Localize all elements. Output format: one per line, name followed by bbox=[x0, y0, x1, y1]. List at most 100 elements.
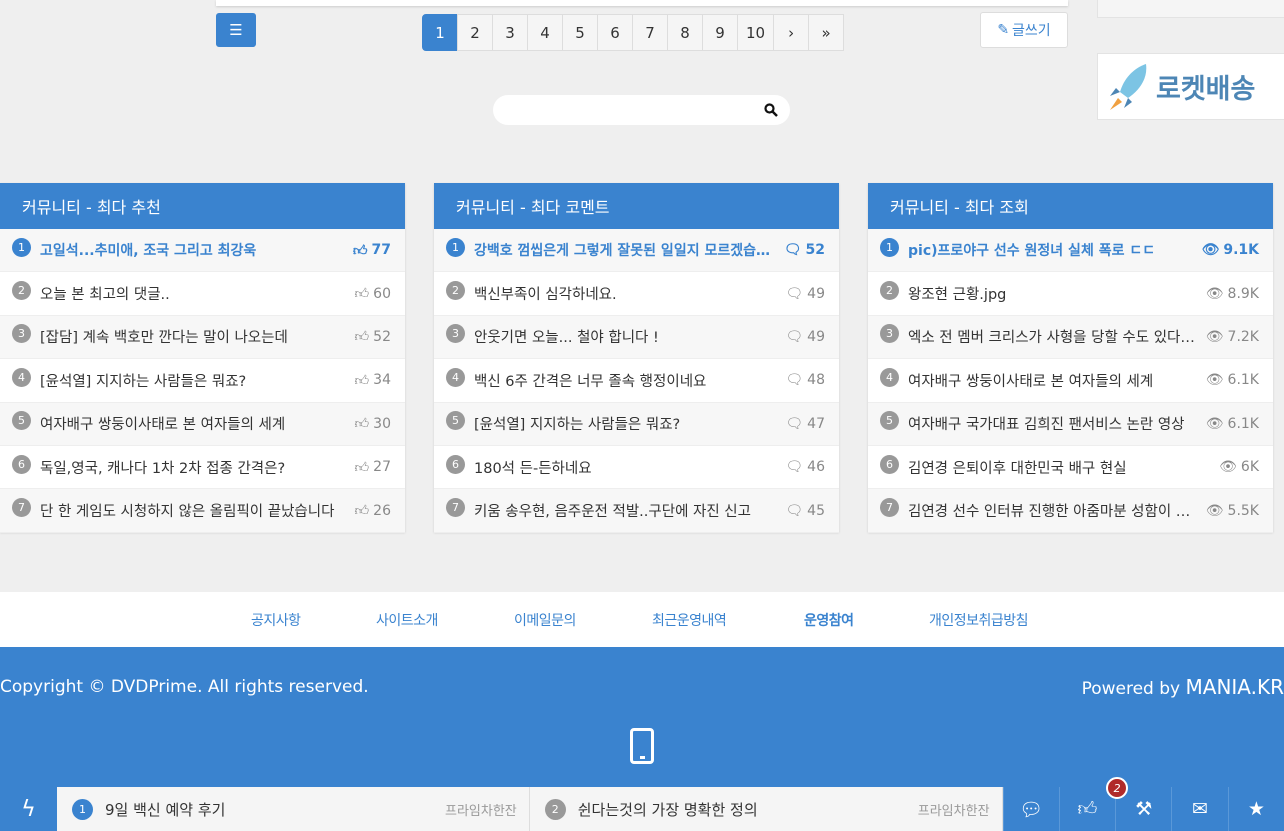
search-icon[interactable] bbox=[764, 103, 778, 117]
content-card-bottom bbox=[216, 0, 1068, 6]
footer-link-email[interactable]: 이메일문의 bbox=[514, 610, 576, 630]
list-item[interactable]: 7 키움 송우현, 음주운전 적발..구단에 자진 신고 🗨︎ 45 bbox=[434, 489, 839, 533]
item-title[interactable]: 180석 든-든하네요 bbox=[474, 457, 775, 478]
list-item[interactable]: 6 180석 든-든하네요 🗨︎ 46 bbox=[434, 446, 839, 490]
comment-icon: 🗨︎ bbox=[783, 242, 802, 259]
list-item[interactable]: 7 단 한 게임도 시청하지 않은 올림픽이 끝났습니다 👍︎ 26 bbox=[0, 489, 405, 533]
list-item[interactable]: 6 독일,영국, 캐나다 1차 2차 접종 간격은? 👍︎ 27 bbox=[0, 446, 405, 490]
search-box[interactable] bbox=[493, 95, 790, 125]
page-10[interactable]: 10 bbox=[737, 14, 775, 51]
mobile-view-icon[interactable] bbox=[630, 728, 654, 764]
page-1[interactable]: 1 bbox=[422, 14, 458, 51]
list-item[interactable]: 4 여자배구 쌍둥이사태로 본 여자들의 세계 👁︎ 6.1K bbox=[868, 359, 1273, 403]
rocket-delivery-ad[interactable]: 로켓배송 bbox=[1097, 53, 1284, 120]
list-item[interactable]: 7 김연경 선수 인터뷰 진행한 아줌마분 성함이 뭔가요 👁︎ 5.5K bbox=[868, 489, 1273, 533]
footer-link-notice[interactable]: 공지사항 bbox=[251, 610, 301, 630]
item-count: 49 bbox=[807, 328, 825, 345]
list-item[interactable]: 4 [윤석열] 지지하는 사람들은 뭐죠? 👍︎ 34 bbox=[0, 359, 405, 403]
footer: Copyright © DVDPrime. All rights reserve… bbox=[0, 647, 1284, 787]
item-title[interactable]: 여자배구 쌍둥이사태로 본 여자들의 세계 bbox=[908, 370, 1196, 391]
list-item[interactable]: 3 안웃기면 오늘... 철야 합니다 ! 🗨︎ 49 bbox=[434, 315, 839, 360]
item-title[interactable]: 오늘 본 최고의 댓글.. bbox=[40, 283, 345, 304]
page-6[interactable]: 6 bbox=[597, 14, 633, 51]
item-title[interactable]: [잡담] 계속 백호만 깐다는 말이 나오는데 bbox=[40, 326, 345, 347]
pencil-icon: ✎ bbox=[997, 22, 1010, 38]
chat-icon[interactable]: 💬︎ bbox=[1002, 787, 1059, 831]
page-5[interactable]: 5 bbox=[562, 14, 598, 51]
item-count: 48 bbox=[807, 372, 825, 389]
footer-links: 공지사항 사이트소개 이메일문의 최근운영내역 운영참여 개인정보취급방침 bbox=[0, 592, 1284, 647]
gavel-icon[interactable]: ⚒ 2 bbox=[1106, 777, 1171, 831]
list-item[interactable]: 2 왕조현 근황.jpg 👁︎ 8.9K bbox=[868, 272, 1273, 316]
item-title[interactable]: 김연경 은퇴이후 대한민국 배구 현실 bbox=[908, 457, 1209, 478]
powered-by-brand[interactable]: MANIA.KR bbox=[1186, 675, 1284, 699]
page-8[interactable]: 8 bbox=[667, 14, 703, 51]
item-title[interactable]: 여자배구 국가대표 김희진 팬서비스 논란 영상 bbox=[908, 413, 1196, 434]
list-item[interactable]: 6 김연경 은퇴이후 대한민국 배구 현실 👁︎ 6K bbox=[868, 446, 1273, 490]
powered-by: Powered by MANIA.KR bbox=[1082, 675, 1284, 699]
list-item[interactable]: 1 pic)프로야구 선수 원정녀 실체 폭로 ㄷㄷ 👁︎ 9.1K bbox=[868, 229, 1273, 273]
bottom-bar: ϟ 1 9일 백신 예약 후기 프라임차한잔 2 쉰다는것의 가장 명확한 정의 프라임… bbox=[0, 777, 1284, 831]
item-title[interactable]: 키움 송우현, 음주운전 적발..구단에 자진 신고 bbox=[474, 500, 775, 521]
list-view-button[interactable]: ☰ bbox=[216, 13, 256, 47]
page-7[interactable]: 7 bbox=[632, 14, 668, 51]
panel-1: 커뮤니티 - 최다 코멘트 1 강백호 껌씹은게 그렇게 잘못된 일일지 모르겠습니… bbox=[434, 183, 839, 533]
rank-badge: 6 bbox=[12, 454, 31, 474]
item-title[interactable]: 독일,영국, 캐나다 1차 2차 접종 간격은? bbox=[40, 457, 345, 478]
last-page-button[interactable]: » bbox=[808, 14, 845, 51]
footer-link-privacy[interactable]: 개인정보취급방침 bbox=[929, 610, 1029, 630]
footer-link-ops-history[interactable]: 최근운영내역 bbox=[652, 610, 727, 630]
thumbs-up-icon: 👍︎ bbox=[354, 286, 370, 303]
list-item[interactable]: 5 여자배구 쌍둥이사태로 본 여자들의 세계 👍︎ 30 bbox=[0, 402, 405, 446]
page-2[interactable]: 2 bbox=[457, 14, 493, 51]
rank-badge: 3 bbox=[880, 324, 899, 344]
item-title[interactable]: 단 한 게임도 시청하지 않은 올림픽이 끝났습니다 bbox=[40, 500, 345, 521]
page-4[interactable]: 4 bbox=[527, 14, 563, 51]
mail-icon[interactable]: ✉ bbox=[1171, 787, 1227, 831]
rank-badge: 1 bbox=[12, 237, 31, 257]
page-9[interactable]: 9 bbox=[702, 14, 738, 51]
list-icon: ☰ bbox=[229, 21, 243, 39]
list-item[interactable]: 2 백신부족이 심각하네요. 🗨︎ 49 bbox=[434, 272, 839, 316]
item-count: 6.1K bbox=[1227, 372, 1259, 389]
list-item[interactable]: 5 [윤석열] 지지하는 사람들은 뭐죠? 🗨︎ 47 bbox=[434, 402, 839, 446]
list-item[interactable]: 1 고일석...추미애, 조국 그리고 최강욱 👍︎ 77 bbox=[0, 229, 405, 273]
lightning-icon[interactable]: ϟ bbox=[0, 787, 57, 831]
item-count: 47 bbox=[807, 415, 825, 432]
list-item[interactable]: 1 강백호 껌씹은게 그렇게 잘못된 일일지 모르겠습니다 🗨︎ 52 bbox=[434, 229, 839, 273]
item-count: 9.1K bbox=[1223, 242, 1259, 259]
rank-badge: 3 bbox=[12, 324, 31, 344]
item-title[interactable]: 안웃기면 오늘... 철야 합니다 ! bbox=[474, 326, 775, 347]
ticker-item[interactable]: 2 쉰다는것의 가장 명확한 정의 프라임차한잔 bbox=[530, 787, 1003, 831]
rank-badge: 3 bbox=[446, 324, 465, 344]
list-item[interactable]: 2 오늘 본 최고의 댓글.. 👍︎ 60 bbox=[0, 272, 405, 316]
list-item[interactable]: 3 엑소 전 멤버 크리스가 사형을 당할 수도 있다네요 👁︎ 7.2K bbox=[868, 315, 1273, 360]
rank-badge: 7 bbox=[880, 498, 899, 518]
list-item[interactable]: 5 여자배구 국가대표 김희진 팬서비스 논란 영상 👁︎ 6.1K bbox=[868, 402, 1273, 446]
eye-icon: 👁︎ bbox=[1201, 242, 1220, 259]
item-title[interactable]: 고일석...추미애, 조국 그리고 최강욱 bbox=[40, 240, 343, 260]
footer-link-participate[interactable]: 운영참여 bbox=[804, 610, 854, 630]
list-item[interactable]: 3 [잡담] 계속 백호만 깐다는 말이 나오는데 👍︎ 52 bbox=[0, 315, 405, 360]
thumbs-up-icon: 👍︎ bbox=[354, 372, 370, 389]
ticker-item[interactable]: 1 9일 백신 예약 후기 프라임차한잔 bbox=[57, 787, 530, 831]
item-title[interactable]: 백신부족이 심각하네요. bbox=[474, 283, 775, 304]
write-button[interactable]: ✎ 글쓰기 bbox=[980, 12, 1068, 48]
item-title[interactable]: 엑소 전 멤버 크리스가 사형을 당할 수도 있다네요 bbox=[908, 326, 1196, 347]
rank-badge: 2 bbox=[544, 798, 566, 820]
star-icon[interactable]: ★ bbox=[1227, 787, 1284, 831]
item-title[interactable]: pic)프로야구 선수 원정녀 실체 폭로 ㄷㄷ bbox=[908, 240, 1192, 260]
item-title[interactable]: [윤석열] 지지하는 사람들은 뭐죠? bbox=[474, 413, 775, 434]
item-title[interactable]: 왕조현 근황.jpg bbox=[908, 283, 1196, 304]
rank-badge: 4 bbox=[12, 367, 31, 387]
next-page-button[interactable]: › bbox=[773, 14, 810, 51]
item-title[interactable]: 백신 6주 간격은 너무 졸속 행정이네요 bbox=[474, 370, 775, 391]
footer-link-about[interactable]: 사이트소개 bbox=[376, 610, 438, 630]
rank-badge: 7 bbox=[446, 498, 465, 518]
list-item[interactable]: 4 백신 6주 간격은 너무 졸속 행정이네요 🗨︎ 48 bbox=[434, 359, 839, 403]
page-3[interactable]: 3 bbox=[492, 14, 528, 51]
item-title[interactable]: 강백호 껌씹은게 그렇게 잘못된 일일지 모르겠습니다 bbox=[474, 240, 774, 260]
item-title[interactable]: 여자배구 쌍둥이사태로 본 여자들의 세계 bbox=[40, 413, 345, 434]
item-title[interactable]: 김연경 선수 인터뷰 진행한 아줌마분 성함이 뭔가요 bbox=[908, 500, 1196, 521]
item-title[interactable]: [윤석열] 지지하는 사람들은 뭐죠? bbox=[40, 370, 345, 391]
